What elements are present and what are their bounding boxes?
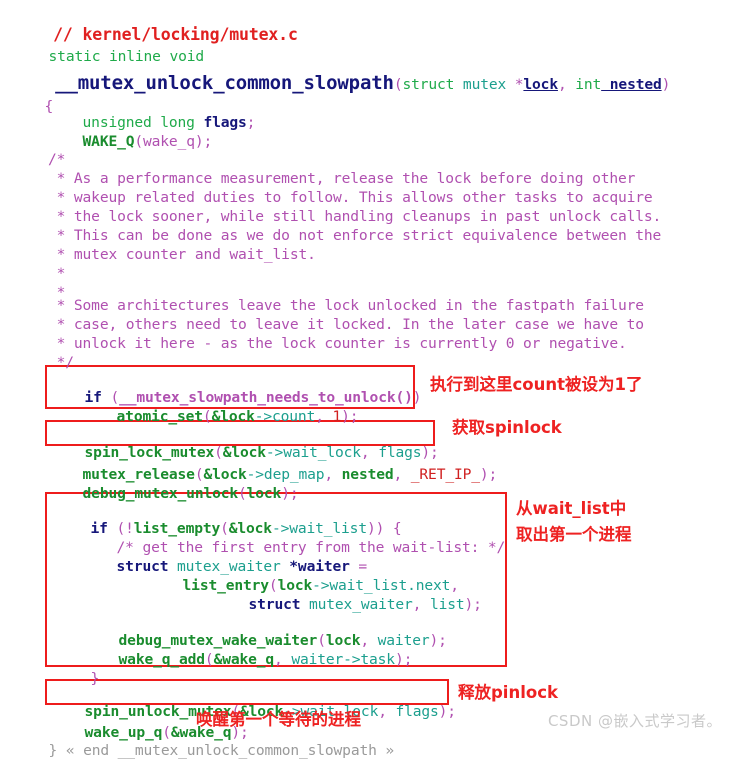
comment-text: * This can be done as we do not enforce … [48,227,662,244]
annotation-waitlist-line2: 取出第一个进程 [516,524,632,545]
wake-q-add-fn: wake_q_add [118,651,206,668]
comment-line-5: * mutex counter and wait_list. [48,245,316,264]
param-struct-kw: struct [402,76,455,93]
atomic-set-field: ->count [254,408,316,425]
list-entry-struct-type: mutex_waiter [300,596,413,613]
comment-text: * [48,265,66,282]
comment-text: * As a performance measurement, release … [48,170,636,187]
mutex-release-nested: nested [341,466,394,483]
annotation-text: 唤醒第一个等待的进程 [196,710,361,729]
spin-unlock-flags: flags [395,703,439,720]
watermark-text: CSDN @嵌入式学习者。 [547,712,722,730]
csdn-watermark: CSDN @嵌入式学习者。 [527,692,722,749]
spin-unlock-close: ); [438,703,456,720]
function-name: __mutex_unlock_common_slowpath [55,72,394,94]
atomic-set-paren: ( [202,408,212,425]
code-canvas: // kernel/locking/mutex.c static inline … [0,0,736,761]
list-entry-struct-kw: struct [248,596,301,613]
comment-line-1: * As a performance measurement, release … [48,169,636,188]
comment-text: * case, others need to leave it locked. … [48,316,644,333]
paren-close: ) [661,76,671,93]
atomic-set-sep: , [315,408,333,425]
wake-q-add-close: ); [394,651,413,668]
code-line-wake-q-decl: WAKE_Q(wake_q); [48,113,213,170]
atomic-set-close: ); [341,408,359,425]
comment-text: /* [48,151,66,168]
wake-q-add-task: waiter->task [291,651,395,668]
annotation-acquire-spinlock: 获取spinlock [452,417,562,438]
comment-text: * the lock sooner, while still handling … [48,208,662,225]
annotation-text: 从wait_list中 [516,499,627,518]
mutex-release-sep2: , [393,466,411,483]
comment-line-10: * unlock it here - as the lock counter i… [48,334,627,353]
wake-q-add-paren: ( [204,651,214,668]
annotation-text: 获取spinlock [452,418,562,437]
mutex-release-ret-ip: _RET_IP_ [410,466,480,483]
debug-wake-waiter-close: ); [429,632,447,649]
annotation-wakeup: 唤醒第一个等待的进程 [196,709,361,730]
annotation-text: 取出第一个进程 [516,525,632,544]
comment-line-0: /* [48,150,65,169]
decl-flags-semi: ; [246,114,256,131]
annotation-waitlist-line1: 从wait_list中 [516,498,626,519]
mutex-release-close: ); [479,466,498,483]
code-line-wake-q-add: wake_q_add(&wake_q, waiter->task); [84,631,413,688]
param-lock: lock [523,76,558,93]
comment-text: * Some architectures leave the lock unlo… [48,297,644,314]
comment-text: * unlock it here - as the lock counter i… [48,335,627,352]
if-paren-close: ) [412,389,422,406]
end-marker-text: } « end __mutex_unlock_common_slowpath » [48,742,395,759]
comment-text: * mutex counter and wait_list. [48,246,316,263]
comment-line-4: * This can be done as we do not enforce … [48,226,662,245]
wake-q-add-queue: &wake_q [213,651,275,668]
wake-q-macro: WAKE_Q [82,133,135,150]
comment-line-9: * case, others need to leave it locked. … [48,315,644,334]
spin-unlock-sep: , [378,703,396,720]
param-nested: nested [601,76,662,93]
comment-line-3: * the lock sooner, while still handling … [48,207,662,226]
code-line-end-marker: } « end __mutex_unlock_common_slowpath » [14,722,395,779]
comment-text: * wakeup related duties to follow. This … [48,189,653,206]
annotation-text: 执行到这里count被设为1了 [430,375,643,394]
wake-q-add-sep: , [274,651,292,668]
param-type-mutex: mutex [454,76,515,93]
annotation-count-set: 执行到这里count被设为1了 [430,374,642,395]
wake-q-args: (wake_q); [134,133,213,150]
list-entry-2-close: ); [464,596,482,613]
comment-line-2: * wakeup related duties to follow. This … [48,188,653,207]
atomic-set-amp-lock: &lock [211,408,255,425]
comment-line-8: * Some architectures leave the lock unlo… [48,296,644,315]
code-line-open-brace: { [10,78,54,135]
param-comma: , [557,76,576,93]
list-entry-2-sep: , [412,596,430,613]
list-entry-member: list [429,596,465,613]
param-int-kw: int [575,76,602,93]
atomic-set-fn: atomic_set [116,408,204,425]
comment-line-6: * [48,264,66,283]
mutex-release-sep1: , [324,466,342,483]
atomic-set-value: 1 [332,408,342,425]
